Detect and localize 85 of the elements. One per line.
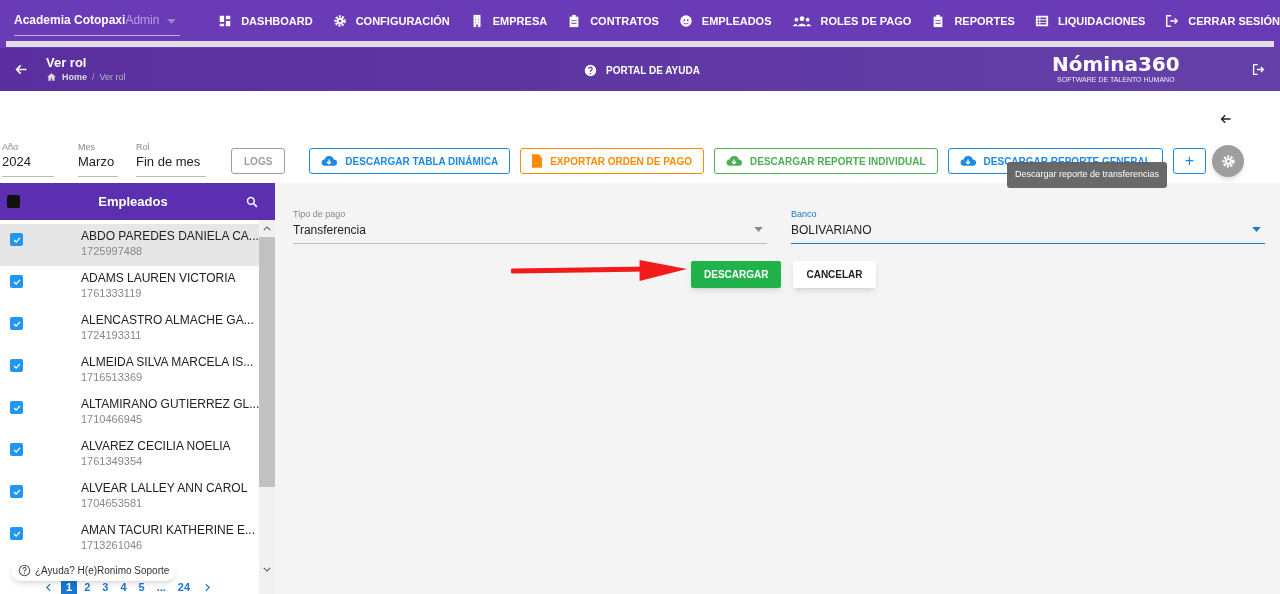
select-field[interactable]: Banco BOLIVARIANO <box>791 209 1265 244</box>
filter-field[interactable]: Año 2024 <box>2 141 54 177</box>
nav-link[interactable]: EMPRESA <box>469 12 548 30</box>
company-select[interactable]: Academia CotopaxiAdmin <box>14 5 181 36</box>
settings-icon <box>1220 153 1236 169</box>
employee-name: ALTAMIRANO GUTIERREZ GL... <box>81 397 260 412</box>
cloud-download-icon <box>321 155 338 167</box>
select-field[interactable]: Tipo de pago Transferencia <box>293 209 767 244</box>
breadcrumb-current: Ver rol <box>99 71 126 84</box>
employee-item[interactable]: ABDO PAREDES DANIELA CA... 1725997488 <box>0 224 260 266</box>
home-icon <box>46 72 57 82</box>
employee-name: ALENCASTRO ALMACHE GA... <box>81 313 254 328</box>
add-button[interactable]: + <box>1172 148 1207 174</box>
cloud-download-icon <box>726 155 742 167</box>
nav-link[interactable]: LIQUIDACIONES <box>1034 12 1146 30</box>
sidebar-title: Empleados <box>97 192 169 211</box>
page-button[interactable]: 3 <box>97 580 114 594</box>
employee-id: 1761333119 <box>81 286 143 301</box>
breadcrumb-separator: / <box>92 71 95 84</box>
employee-name: ALVAREZ CECILIA NOELIA <box>81 439 231 454</box>
list-icon <box>1034 14 1049 28</box>
employee-name: ALVEAR LALLEY ANN CAROL <box>81 481 248 496</box>
logout-icon[interactable] <box>1252 63 1265 76</box>
page-button[interactable]: 4 <box>115 580 132 594</box>
chevron-right-icon[interactable] <box>205 582 211 592</box>
search-icon[interactable] <box>246 195 258 208</box>
breadcrumb-link[interactable]: Home <box>46 70 87 84</box>
employee-name: ALMEIDA SILVA MARCELA IS... <box>81 355 254 370</box>
select-value: Academia Cotopaxi <box>14 12 126 29</box>
checkbox[interactable] <box>10 443 23 456</box>
page-button[interactable]: ... <box>151 580 171 594</box>
caret-icon <box>1252 227 1261 232</box>
caret-icon <box>167 18 177 24</box>
employee-id: 1716513369 <box>81 370 144 385</box>
dashboard-icon <box>218 14 233 28</box>
download-button[interactable]: DESCARGAR TABLA DINÁMICA <box>309 148 511 174</box>
checkbox[interactable] <box>10 401 23 414</box>
back-arrow-icon[interactable] <box>1220 113 1232 125</box>
scroll-up-icon[interactable] <box>263 226 272 231</box>
employee-name: AMAN TACURI KATHERINE E... <box>81 523 256 538</box>
page-button[interactable]: 24 <box>172 580 196 594</box>
help-icon <box>18 564 31 577</box>
page-button[interactable]: 5 <box>133 580 150 594</box>
page-button[interactable]: 2 <box>79 580 96 594</box>
employee-name: ABDO PAREDES DANIELA CA... <box>81 229 259 244</box>
employee-id: 1713261046 <box>81 538 144 553</box>
help-chip[interactable]: ¿Ayuda? H(e)Ronimo Soporte <box>11 560 177 581</box>
nav-link[interactable]: ROLES DE PAGO <box>791 12 912 30</box>
employee-id: 1710466945 <box>81 412 144 427</box>
nav-link[interactable]: CONFIGURACIÓN <box>332 12 450 30</box>
checkbox[interactable] <box>10 485 23 498</box>
page-title: Ver rol <box>46 55 88 70</box>
employee-id: 1761349354 <box>81 454 144 469</box>
nav-link[interactable]: DASHBOARD <box>218 12 313 30</box>
select-placeholder: Admin <box>125 12 160 29</box>
checkbox[interactable] <box>10 317 23 330</box>
checkbox[interactable] <box>10 275 23 288</box>
employee-id: 1725997488 <box>81 244 144 259</box>
chevron-left-icon[interactable] <box>46 582 51 592</box>
cloud-download-icon <box>959 155 976 167</box>
nav-link[interactable]: EMPLEADOS <box>678 12 772 30</box>
logout-icon <box>1165 14 1180 28</box>
filter-field[interactable]: Mes Marzo <box>78 141 118 177</box>
face-icon <box>678 14 693 28</box>
caret-icon <box>754 227 763 232</box>
settings-button[interactable] <box>1212 145 1244 177</box>
select-all-checkbox[interactable] <box>7 195 20 208</box>
nav-link[interactable]: CERRAR SESIÓN <box>1165 12 1280 30</box>
employee-id: 1704653581 <box>81 496 144 511</box>
checkbox[interactable] <box>10 527 23 540</box>
help-icon <box>584 64 597 77</box>
nav-link[interactable]: REPORTES <box>931 12 1015 30</box>
filter-field[interactable]: Rol Fin de mes <box>136 141 206 177</box>
employee-id: 1724193311 <box>81 328 143 343</box>
scroll-down-icon[interactable] <box>263 567 272 572</box>
scrollbar[interactable] <box>259 220 276 594</box>
file-icon <box>532 154 543 168</box>
cancel-button[interactable]: CANCELAR <box>793 261 876 288</box>
checkbox[interactable] <box>10 233 23 246</box>
checkbox[interactable] <box>10 359 23 372</box>
gear-icon <box>332 14 347 28</box>
help-portal-link[interactable]: PORTAL DE AYUDA <box>584 63 700 78</box>
employee-name: ADAMS LAUREN VICTORIA <box>81 271 236 286</box>
tooltip: Descargar reporte de transferencias <box>1007 162 1168 188</box>
nav-link[interactable]: CONTRATOS <box>567 12 659 30</box>
